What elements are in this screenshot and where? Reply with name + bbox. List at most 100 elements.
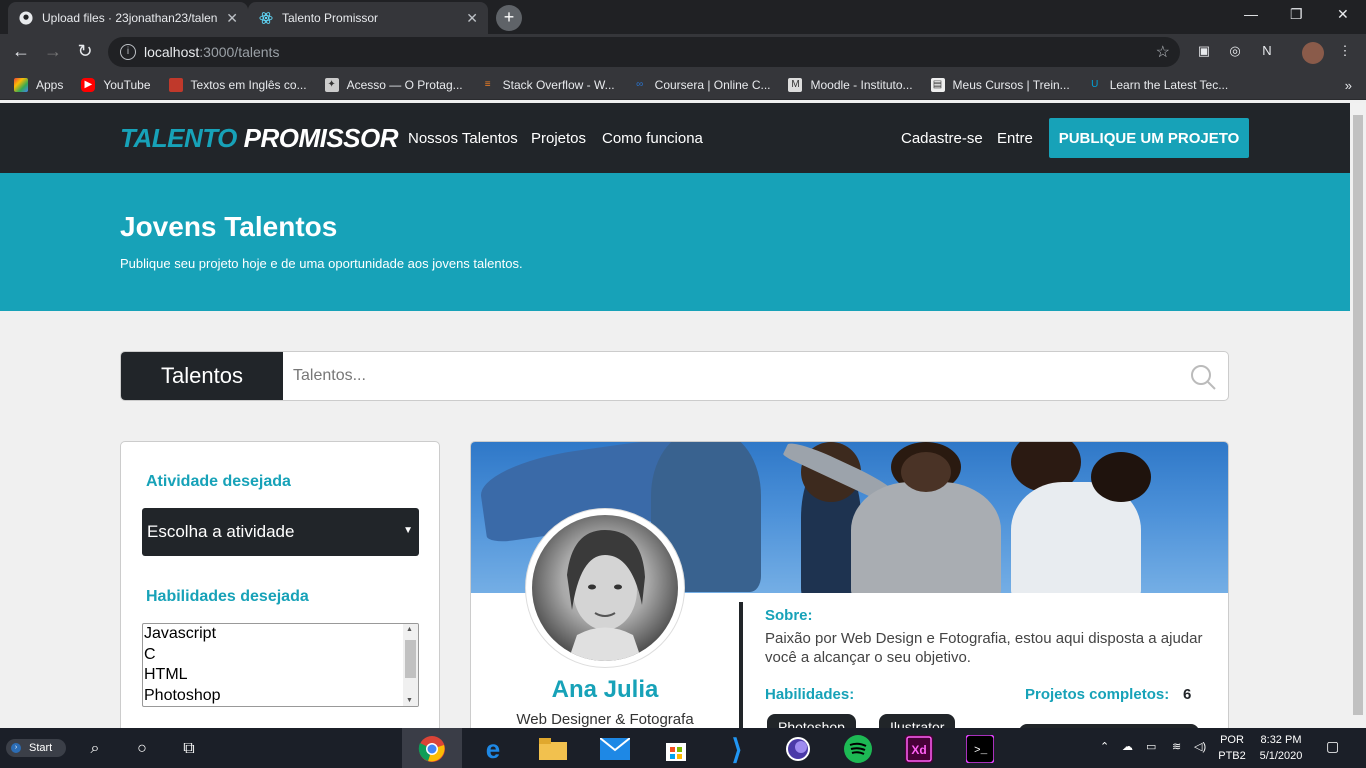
talent-name[interactable]: Ana Julia bbox=[471, 676, 739, 704]
browser-tabbar: Upload files · 23jonathan23/talen ✕ Tale… bbox=[0, 0, 1366, 34]
scroll-up-icon[interactable]: ▲ bbox=[406, 626, 413, 633]
talent-role: Web Designer & Fotografa bbox=[516, 711, 694, 728]
about-title: Sobre: bbox=[765, 607, 813, 624]
nav-projetos[interactable]: Projetos bbox=[531, 130, 586, 147]
wifi-icon[interactable]: ≋ bbox=[1172, 740, 1181, 753]
publish-project-button[interactable]: PUBLIQUE UM PROJETO bbox=[1049, 118, 1249, 158]
site-logo[interactable]: TALENTO PROMISSOR bbox=[120, 123, 399, 154]
scroll-thumb[interactable] bbox=[405, 640, 416, 678]
skill-option[interactable]: Photoshop bbox=[143, 686, 418, 707]
stackoverflow-icon: ≡ bbox=[484, 78, 491, 90]
restore-icon[interactable]: ❐ bbox=[1290, 6, 1303, 23]
site-navbar: TALENTO PROMISSOR Nossos Talentos Projet… bbox=[0, 103, 1350, 173]
notification-icon[interactable]: ▢ bbox=[1326, 738, 1339, 755]
tab-title: Talento Promissor bbox=[282, 11, 379, 25]
filters-panel: Atividade desejada Escolha a atividade ▼… bbox=[120, 441, 440, 728]
react-icon bbox=[258, 10, 274, 26]
skills-multiselect[interactable]: Javascript C HTML Photoshop ▲ ▼ bbox=[142, 623, 419, 707]
start-button[interactable]: › Start bbox=[6, 739, 66, 757]
forward-icon[interactable]: → bbox=[42, 41, 64, 62]
close-window-icon[interactable]: ✕ bbox=[1337, 6, 1349, 23]
more-bookmarks-icon[interactable]: » bbox=[1345, 78, 1352, 93]
bookmark-stackoverflow[interactable]: ≡ Stack Overflow - W... bbox=[481, 78, 615, 92]
store-icon[interactable] bbox=[661, 734, 691, 764]
url-path: :3000/talents bbox=[199, 44, 280, 60]
vscode-icon[interactable]: ⟩ bbox=[722, 734, 752, 765]
skill-option[interactable]: C bbox=[143, 645, 418, 666]
eclipse-icon[interactable] bbox=[783, 734, 813, 764]
close-tab-icon[interactable]: ✕ bbox=[466, 10, 478, 27]
extension-icon[interactable]: ▣ bbox=[1195, 43, 1213, 61]
listbox-scrollbar[interactable]: ▲ ▼ bbox=[403, 624, 418, 706]
info-icon[interactable]: i bbox=[120, 44, 136, 60]
projects-count: 6 bbox=[1183, 686, 1192, 703]
bookmark-acesso[interactable]: ✦ Acesso — O Protag... bbox=[324, 77, 463, 92]
windows-taskbar: › Start ⌕ ○ ⧉ e ⟩ Xd >_ ⌃ ☁ ▭ ≋ ◁) POR PTB… bbox=[0, 728, 1366, 768]
skill-option[interactable]: HTML bbox=[143, 665, 418, 686]
start-icon: › bbox=[11, 743, 21, 753]
bookmark-icon: ▤ bbox=[930, 77, 945, 92]
bookmark-moodle[interactable]: M Moodle - Instituto... bbox=[788, 77, 913, 92]
chrome-icon[interactable] bbox=[417, 734, 447, 764]
bookmark-coursera[interactable]: ∞ Coursera | Online C... bbox=[633, 78, 770, 92]
tray-arrow-icon[interactable]: ⌃ bbox=[1100, 740, 1109, 753]
input-language[interactable]: POR PTB2 bbox=[1212, 732, 1252, 764]
signup-link[interactable]: Cadastre-se bbox=[901, 130, 983, 147]
talent-search-bar: Talentos bbox=[120, 351, 1229, 401]
tab-talento-promissor[interactable]: Talento Promissor ✕ bbox=[248, 2, 488, 34]
bookmark-textos[interactable]: Textos em Inglês co... bbox=[168, 77, 307, 92]
page-scrollbar[interactable] bbox=[1350, 103, 1366, 728]
bookmark-icon: ✦ bbox=[324, 77, 339, 92]
minimize-icon[interactable]: — bbox=[1244, 6, 1258, 22]
address-bar[interactable]: i localhost:3000/talents ☆ bbox=[108, 37, 1180, 67]
edge-icon[interactable]: e bbox=[478, 734, 508, 764]
skill-chip: Photoshop bbox=[767, 714, 856, 728]
projects-title: Projetos completos: bbox=[1025, 686, 1170, 703]
cloud-icon[interactable]: ☁ bbox=[1122, 740, 1133, 753]
page-viewport: TALENTO PROMISSOR Nossos Talentos Projet… bbox=[0, 103, 1350, 728]
bookmark-meus-cursos[interactable]: ▤ Meus Cursos | Trein... bbox=[930, 77, 1070, 92]
search-label: Talentos bbox=[121, 352, 283, 400]
skill-chip: Ilustrator bbox=[879, 714, 956, 728]
hero-title: Jovens Talentos bbox=[120, 211, 338, 242]
scroll-down-icon[interactable]: ▼ bbox=[406, 697, 413, 704]
nav-como-funciona[interactable]: Como funciona bbox=[602, 130, 703, 147]
youtube-icon: ▶ bbox=[81, 77, 96, 92]
battery-icon[interactable]: ▭ bbox=[1146, 740, 1156, 753]
search-icon[interactable]: ⌕ bbox=[80, 734, 110, 764]
close-tab-icon[interactable]: ✕ bbox=[226, 10, 238, 27]
adobe-xd-icon[interactable]: Xd bbox=[904, 734, 934, 764]
svg-text:>_: >_ bbox=[974, 745, 988, 757]
back-icon[interactable]: ← bbox=[10, 41, 32, 62]
reload-icon[interactable]: ↻ bbox=[74, 41, 96, 62]
menu-kebab-icon[interactable]: ⋮ bbox=[1336, 43, 1354, 61]
bookmark-youtube[interactable]: ▶ YouTube bbox=[81, 77, 151, 92]
system-clock[interactable]: 8:32 PM 5/1/2020 bbox=[1256, 732, 1306, 764]
cortana-icon[interactable]: ○ bbox=[127, 734, 157, 764]
extension-icon[interactable]: ◎ bbox=[1226, 43, 1244, 61]
avatar bbox=[532, 515, 678, 661]
bookmark-apps[interactable]: Apps bbox=[14, 77, 63, 92]
file-explorer-icon[interactable] bbox=[538, 734, 568, 764]
search-input[interactable] bbox=[293, 364, 1173, 388]
tab-title: Upload files · 23jonathan23/talen bbox=[42, 11, 218, 25]
login-link[interactable]: Entre bbox=[997, 130, 1033, 147]
tab-upload-files[interactable]: Upload files · 23jonathan23/talen ✕ bbox=[8, 2, 248, 34]
notion-icon[interactable]: N bbox=[1258, 43, 1276, 61]
task-view-icon[interactable]: ⧉ bbox=[174, 734, 204, 764]
volume-icon[interactable]: ◁) bbox=[1194, 740, 1206, 753]
profile-avatar[interactable] bbox=[1302, 42, 1324, 64]
search-icon[interactable] bbox=[1189, 363, 1217, 391]
scroll-thumb[interactable] bbox=[1353, 115, 1363, 715]
nav-nossos-talentos[interactable]: Nossos Talentos bbox=[408, 130, 518, 147]
bookmark-udemy[interactable]: U Learn the Latest Tec... bbox=[1088, 78, 1228, 92]
skill-option[interactable]: Javascript bbox=[143, 624, 418, 645]
talent-card: Ana Julia Web Designer & Fotografa Sobre… bbox=[470, 441, 1229, 728]
hero-subtitle: Publique seu projeto hoje e de uma oport… bbox=[120, 256, 523, 271]
mail-icon[interactable] bbox=[600, 734, 630, 764]
spotify-icon[interactable] bbox=[843, 734, 873, 764]
activity-select[interactable]: Escolha a atividade ▼ bbox=[142, 508, 419, 556]
hyper-terminal-icon[interactable]: >_ bbox=[965, 734, 995, 764]
new-tab-button[interactable]: + bbox=[496, 5, 522, 31]
star-icon[interactable]: ☆ bbox=[1156, 42, 1170, 62]
